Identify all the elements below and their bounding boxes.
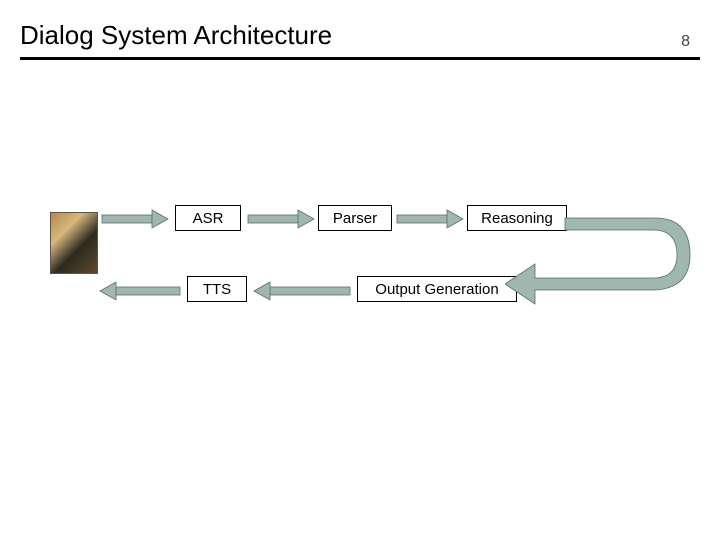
box-asr-label: ASR — [193, 210, 224, 227]
slide-header: Dialog System Architecture 8 — [20, 20, 700, 60]
arrow-parser-to-reasoning — [395, 208, 465, 230]
page-number: 8 — [681, 33, 690, 51]
box-parser: Parser — [318, 205, 392, 231]
box-tts-label: TTS — [203, 281, 231, 298]
box-output-gen-label: Output Generation — [375, 281, 498, 298]
arrow-outputgen-to-tts — [252, 280, 352, 302]
box-asr: ASR — [175, 205, 241, 231]
arrow-reasoning-to-outputgen — [505, 200, 705, 320]
box-output-generation: Output Generation — [357, 276, 517, 302]
diagram-stage: ASR Parser Reasoning TTS Output Generati… — [0, 80, 720, 460]
user-photo — [50, 212, 98, 274]
arrow-asr-to-parser — [246, 208, 316, 230]
slide-title: Dialog System Architecture — [20, 20, 332, 51]
arrow-tts-to-user — [98, 280, 183, 302]
box-tts: TTS — [187, 276, 247, 302]
box-parser-label: Parser — [333, 210, 377, 227]
arrow-user-to-asr — [100, 208, 170, 230]
